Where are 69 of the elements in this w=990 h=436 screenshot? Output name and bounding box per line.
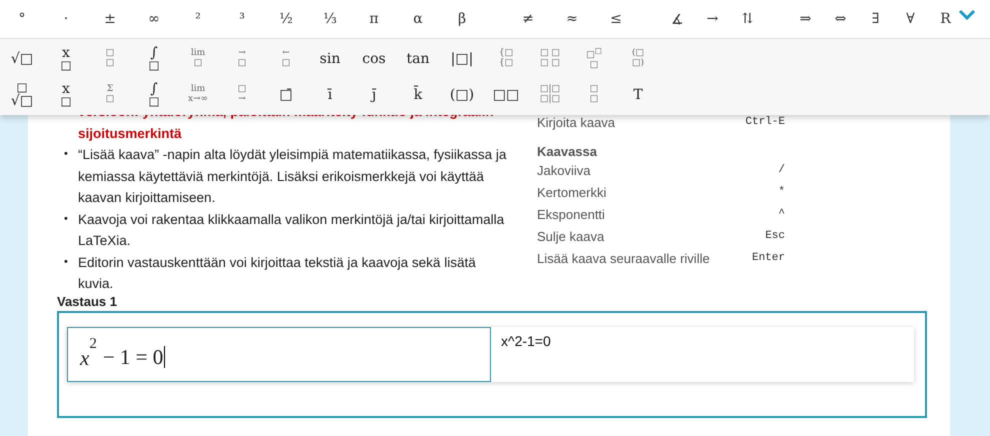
shortcut-key: /: [778, 164, 785, 176]
template-button[interactable]: {□ {□: [484, 42, 528, 76]
symbol-button[interactable]: ∞: [132, 2, 176, 36]
shortcut-key: *: [778, 186, 785, 198]
symbol-button[interactable]: α: [396, 2, 440, 36]
template-button[interactable]: tan: [396, 42, 440, 76]
template-button[interactable]: □̄: [264, 78, 308, 112]
symbol-button[interactable]: ½: [264, 2, 308, 36]
shortcut-label: Sulje kaava: [537, 228, 604, 244]
template-button[interactable]: □ □ □ □: [528, 42, 572, 76]
template-button[interactable]: j̄: [352, 78, 396, 112]
shortcut-heading: Kaavassa: [537, 143, 598, 159]
symbol-button[interactable]: ∀: [893, 2, 928, 36]
template-button[interactable]: → □: [220, 42, 264, 76]
template-button[interactable]: □ □: [88, 42, 132, 76]
shortcut-label: Kirjoita kaava: [537, 114, 616, 130]
symbol-button[interactable]: ⇔: [823, 2, 858, 36]
shortcut-key: Ctrl-E: [745, 116, 785, 128]
template-button[interactable]: √□: [0, 42, 44, 76]
bullet-marker: •: [63, 212, 69, 226]
symbol-button[interactable]: π: [352, 2, 396, 36]
shortcut-label: Lisää kaava seuraavalle riville: [537, 250, 710, 266]
template-button[interactable]: □ □: [572, 78, 616, 112]
template-button[interactable]: Σ □: [88, 78, 132, 112]
chevron-down-icon[interactable]: [958, 9, 976, 21]
template-button[interactable]: T: [616, 78, 660, 112]
symbol-button[interactable]: ≠: [506, 2, 550, 36]
symbol-button[interactable]: ≤: [594, 2, 638, 36]
template-button[interactable]: □$^{□}$ □: [572, 42, 616, 76]
shortcut-label: Eksponentti: [537, 206, 605, 222]
shortcut-label: Kertomerkki: [537, 184, 606, 200]
template-button[interactable]: |□|: [440, 42, 484, 76]
shortcut-key: Esc: [765, 230, 785, 242]
symbol-button[interactable]: ⅓: [308, 2, 352, 36]
symbol-button[interactable]: ∃: [858, 2, 893, 36]
template-button[interactable]: □|□ □|□: [528, 78, 572, 112]
symbol-button[interactable]: ²: [176, 2, 220, 36]
template-button[interactable]: (□): [440, 78, 484, 112]
template-button[interactable]: k̄: [396, 78, 440, 112]
answer-title: Vastaus 1: [57, 294, 118, 309]
latex-preview: x^2-1=0: [500, 332, 552, 351]
template-button[interactable]: (□ □): [616, 42, 660, 76]
symbol-button[interactable]: ³: [220, 2, 264, 36]
template-button[interactable]: cos: [352, 42, 396, 76]
symbol-button[interactable]: ≈: [550, 2, 594, 36]
template-button[interactable]: lim □: [176, 42, 220, 76]
list-item: Kaavoja voi rakentaa klikkaamalla valikon merkintöjä ja/tai kirjoittamalla LaTeXia.: [78, 210, 506, 250]
symbol-button[interactable]: ⇒: [788, 2, 823, 36]
bullet-marker: •: [63, 254, 69, 270]
template-button[interactable]: sin: [308, 42, 352, 76]
template-button[interactable]: lim x→∞: [176, 78, 220, 112]
symbol-button[interactable]: ±: [88, 2, 132, 36]
symbol-button[interactable]: °: [0, 2, 44, 36]
bullet-marker: •: [63, 147, 69, 162]
shortcut-key: ^: [778, 208, 785, 220]
list-item: Editorin vastauskenttään voi kirjoittaa tekstiä ja kaavoja sekä lisätä kuvia.: [78, 254, 477, 293]
symbol-button[interactable]: →: [695, 2, 730, 36]
symbol-button[interactable]: ·: [44, 2, 88, 36]
template-button[interactable]: □ →: [220, 78, 264, 112]
symbol-button[interactable]: β: [440, 2, 484, 36]
template-button[interactable]: □□: [484, 78, 528, 112]
symbol-button[interactable]: ∡: [660, 2, 695, 36]
shortcut-key: Enter: [752, 252, 785, 264]
symbol-button[interactable]: ⇅: [730, 2, 765, 36]
shortcut-label: Jakoviiva: [537, 162, 590, 178]
template-button[interactable]: ← □: [264, 42, 308, 76]
template-button[interactable]: ī: [308, 78, 352, 112]
list-item: “Lisää kaava” -napin alta löydät yleisimpiä matematiikassa, fysiikassa ja kemiassa käytettäviä merkintöjä. Lisäksi erikoismerkkejä voi käyttää kaavan kirjoittamiseen.: [78, 146, 508, 207]
symbol-button[interactable]: R: [928, 2, 963, 36]
